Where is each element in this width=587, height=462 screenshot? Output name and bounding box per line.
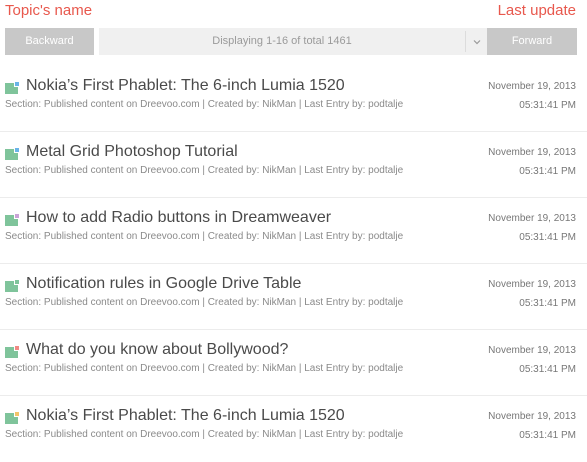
topic-time: 05:31:41 PM bbox=[519, 364, 576, 375]
topic-row: Notification rules in Google Drive Table… bbox=[0, 264, 587, 330]
topic-date: November 19, 2013 bbox=[488, 213, 576, 224]
select-divider bbox=[465, 31, 466, 52]
backward-button[interactable]: Backward bbox=[5, 28, 94, 55]
topic-time: 05:31:41 PM bbox=[519, 430, 576, 441]
chevron-down-icon[interactable] bbox=[473, 38, 481, 46]
topic-date: November 19, 2013 bbox=[488, 147, 576, 158]
topic-icon bbox=[5, 147, 20, 160]
topic-title-link[interactable]: What do you know about Bollywood? bbox=[26, 341, 288, 359]
topic-row: Nokia’s First Phablet: The 6-inch Lumia … bbox=[0, 66, 587, 132]
topic-icon bbox=[5, 213, 20, 226]
topic-meta: Section: Published content on Dreevoo.co… bbox=[5, 165, 404, 176]
topic-meta: Section: Published content on Dreevoo.co… bbox=[5, 231, 404, 242]
page-range-select[interactable]: Displaying 1-16 of total 1461 bbox=[99, 28, 487, 55]
list-header: Topic's name Last update bbox=[0, 0, 587, 24]
page-range-value: Displaying 1-16 of total 1461 bbox=[212, 35, 352, 47]
topic-meta: Section: Published content on Dreevoo.co… bbox=[5, 99, 404, 110]
topic-time: 05:31:41 PM bbox=[519, 166, 576, 177]
topic-row: Nokia’s First Phablet: The 6-inch Lumia … bbox=[0, 396, 587, 462]
topic-row: What do you know about Bollywood? Sectio… bbox=[0, 330, 587, 396]
topic-title-link[interactable]: Nokia’s First Phablet: The 6-inch Lumia … bbox=[26, 77, 345, 95]
topic-title-link[interactable]: Notification rules in Google Drive Table bbox=[26, 275, 301, 293]
topic-icon bbox=[5, 345, 20, 358]
topic-time: 05:31:41 PM bbox=[519, 100, 576, 111]
topic-meta: Section: Published content on Dreevoo.co… bbox=[5, 363, 404, 374]
pagination-bar: Backward Displaying 1-16 of total 1461 F… bbox=[5, 28, 577, 55]
topic-row: Metal Grid Photoshop Tutorial Section: P… bbox=[0, 132, 587, 198]
topic-title-link[interactable]: How to add Radio buttons in Dreamweaver bbox=[26, 209, 331, 227]
topic-title-link[interactable]: Nokia’s First Phablet: The 6-inch Lumia … bbox=[26, 407, 345, 425]
topic-row: How to add Radio buttons in Dreamweaver … bbox=[0, 198, 587, 264]
topic-time: 05:31:41 PM bbox=[519, 232, 576, 243]
forward-button[interactable]: Forward bbox=[487, 28, 577, 55]
topic-time: 05:31:41 PM bbox=[519, 298, 576, 309]
topic-list: Nokia’s First Phablet: The 6-inch Lumia … bbox=[0, 66, 587, 462]
topic-meta: Section: Published content on Dreevoo.co… bbox=[5, 429, 404, 440]
topic-icon bbox=[5, 411, 20, 424]
topic-date: November 19, 2013 bbox=[488, 81, 576, 92]
topic-title-link[interactable]: Metal Grid Photoshop Tutorial bbox=[26, 143, 238, 161]
topic-date: November 19, 2013 bbox=[488, 411, 576, 422]
topic-name-column-header[interactable]: Topic's name bbox=[5, 2, 92, 19]
topic-date: November 19, 2013 bbox=[488, 345, 576, 356]
topic-icon bbox=[5, 279, 20, 292]
topic-icon bbox=[5, 81, 20, 94]
topic-date: November 19, 2013 bbox=[488, 279, 576, 290]
last-update-column-header[interactable]: Last update bbox=[498, 2, 576, 19]
topic-meta: Section: Published content on Dreevoo.co… bbox=[5, 297, 404, 308]
